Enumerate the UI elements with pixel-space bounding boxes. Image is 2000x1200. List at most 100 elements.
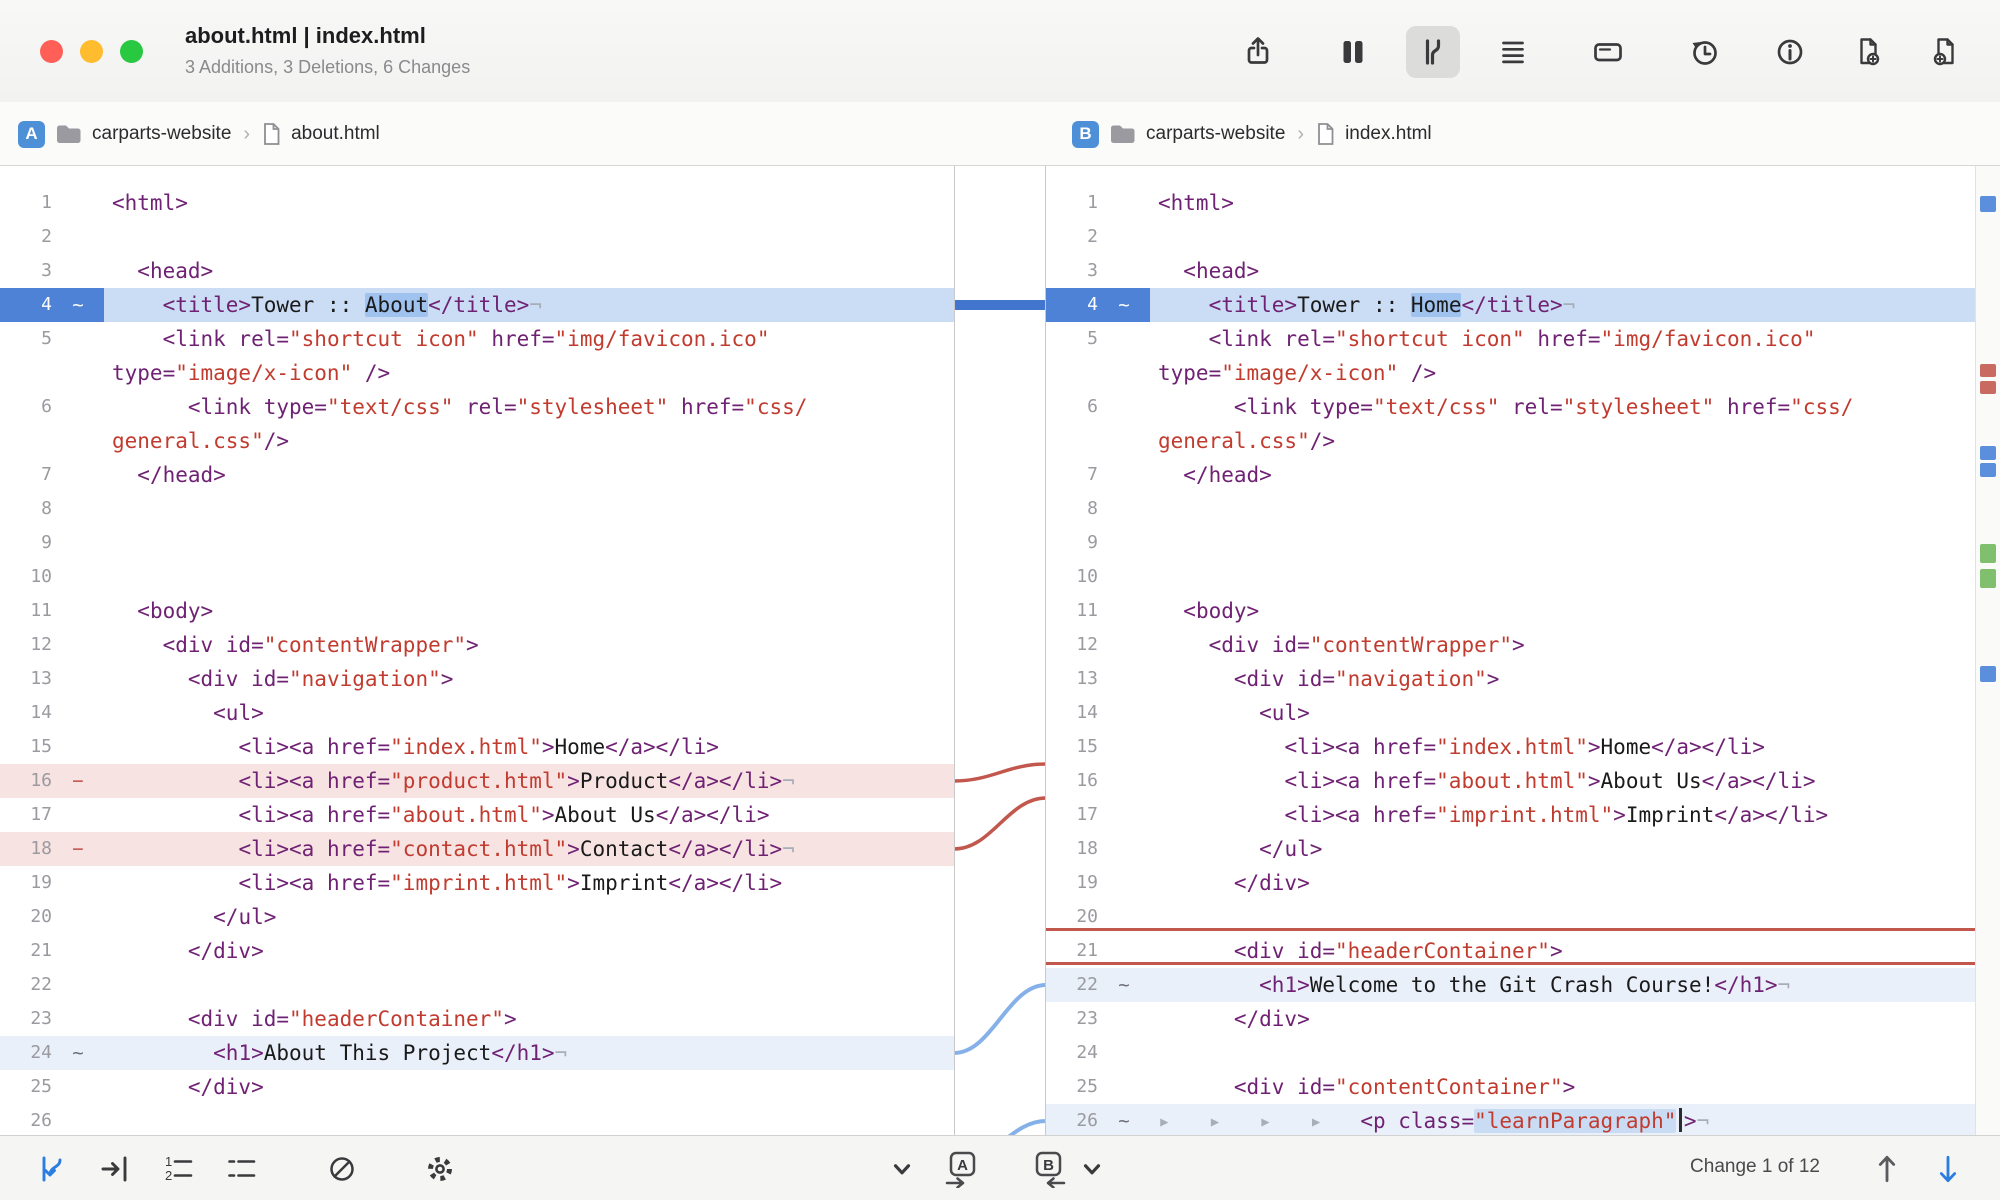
breadcrumb-file-a[interactable]: about.html: [291, 123, 380, 145]
code-line-b-26[interactable]: 26~▸ ▸ ▸ ▸ <p class="learnParagraph">¬: [1046, 1104, 1975, 1135]
breadcrumb-b: B carparts-website › index.html: [1072, 102, 1432, 166]
code-line-b-7: 7 </head>: [1046, 458, 1975, 492]
reading-view-button[interactable]: [1581, 26, 1635, 78]
gear-icon: [422, 1151, 458, 1187]
code-line-b-6: 6 <link type="text/css" rel="stylesheet"…: [1046, 390, 1975, 424]
code-token: [1158, 837, 1259, 861]
code-line-a-18[interactable]: 18− <li><a href="contact.html">Contact</…: [0, 832, 954, 866]
line-gutter: 23: [1046, 1002, 1150, 1036]
list-style-button[interactable]: [216, 1143, 268, 1195]
code-token: "text/css": [1373, 395, 1499, 419]
line-gutter: [1046, 424, 1150, 458]
line-number: 2: [0, 220, 52, 254]
connector-change-p[interactable]: [954, 1121, 1046, 1135]
next-change-button[interactable]: [1922, 1143, 1974, 1195]
breadcrumb-folder-b[interactable]: carparts-website: [1146, 123, 1285, 145]
code-text: [104, 220, 112, 254]
line-gutter: 10: [0, 560, 104, 594]
code-line-a-24[interactable]: 24~ <h1>About This Project</h1>¬: [0, 1036, 954, 1070]
diff-app-window: about.html | index.html 3 Additions, 3 D…: [0, 0, 2000, 1200]
add-file-a-button[interactable]: [1841, 26, 1895, 78]
minimize-window-button[interactable]: [80, 40, 103, 63]
connector-deletion-2[interactable]: [954, 798, 1046, 849]
pane-a-editor[interactable]: 1<html>23 <head>4~ <title>Tower :: About…: [0, 166, 954, 1135]
line-number: 23: [0, 1002, 52, 1036]
line-number: 5: [0, 322, 52, 356]
close-window-button[interactable]: [40, 40, 63, 63]
line-gutter: 8: [0, 492, 104, 526]
file-b-actions-chevron[interactable]: [1070, 1143, 1114, 1195]
fluid-view-button[interactable]: [1406, 26, 1460, 78]
line-number: 6: [0, 390, 52, 424]
code-token: </head>: [1183, 463, 1272, 487]
code-token: [1158, 395, 1234, 419]
change-scroll-map[interactable]: [1975, 166, 2000, 1135]
file-a-actions-chevron[interactable]: [880, 1143, 924, 1195]
code-line-a-4[interactable]: 4~ <title>Tower :: About</title>¬: [0, 288, 954, 322]
change-marker: −: [52, 832, 104, 866]
line-number: 15: [0, 730, 52, 764]
connector-change-h1[interactable]: [954, 985, 1046, 1053]
code-line-b-5-wrap: type="image/x-icon" />: [1046, 356, 1975, 390]
code-line-a-26: 26: [0, 1104, 954, 1135]
code-line-b-14: 14 <ul>: [1046, 696, 1975, 730]
change-marker: [1098, 560, 1150, 594]
lock-editing-button[interactable]: [316, 1143, 368, 1195]
line-gutter: 1: [0, 186, 104, 220]
code-token: "navigation": [1335, 667, 1487, 691]
code-token: <li><a href=: [238, 735, 390, 759]
history-button[interactable]: [1678, 26, 1732, 78]
line-number: 15: [1046, 730, 1098, 764]
apply-change-button[interactable]: [26, 1143, 78, 1195]
previous-change-button[interactable]: [1861, 1143, 1913, 1195]
copy-to-a-button[interactable]: B: [1021, 1143, 1073, 1195]
two-up-view-button[interactable]: [1326, 26, 1380, 78]
zoom-window-button[interactable]: [120, 40, 143, 63]
settings-button[interactable]: [414, 1143, 466, 1195]
unified-view-button[interactable]: [1486, 26, 1540, 78]
code-line-b-19: 19 </div>: [1046, 866, 1975, 900]
code-text: </head>: [104, 458, 226, 492]
code-text: <ul>: [1150, 696, 1310, 730]
connector-selected-change[interactable]: [954, 300, 1046, 310]
breadcrumb-file-b[interactable]: index.html: [1345, 123, 1432, 145]
code-text: </ul>: [104, 900, 276, 934]
breadcrumb-folder-a[interactable]: carparts-website: [92, 123, 231, 145]
copy-to-b-button[interactable]: A: [938, 1143, 990, 1195]
change-marker: [52, 696, 104, 730]
code-line-b-4[interactable]: 4~ <title>Tower :: Home</title>¬: [1046, 288, 1975, 322]
line-gutter: 5: [1046, 322, 1150, 356]
code-token: "about.html": [1436, 769, 1588, 793]
share-button[interactable]: [1231, 26, 1285, 78]
info-button[interactable]: [1763, 26, 1817, 78]
line-number: 4: [0, 288, 52, 322]
connector-deletion-1[interactable]: [954, 764, 1046, 781]
code-token: <div id=: [1234, 939, 1335, 963]
line-gutter: 10: [1046, 560, 1150, 594]
code-token: >: [1588, 769, 1601, 793]
change-marker: [1098, 764, 1150, 798]
code-line-a-16[interactable]: 16− <li><a href="product.html">Product</…: [0, 764, 954, 798]
code-token: </head>: [137, 463, 226, 487]
code-token: type=: [1158, 361, 1221, 385]
change-counter: Change 1 of 12: [1630, 1156, 1820, 1178]
code-token: >: [441, 667, 454, 691]
code-line-b-22[interactable]: 22~ <h1>Welcome to the Git Crash Course!…: [1046, 968, 1975, 1002]
code-text: <li><a href="index.html">Home</a></li>: [104, 730, 719, 764]
code-line-b-23: 23 </div>: [1046, 1002, 1975, 1036]
line-number: [1046, 424, 1098, 458]
scroll-map-mark-1: [1980, 196, 1996, 212]
code-line-b-16: 16 <li><a href="about.html">About Us</a>…: [1046, 764, 1975, 798]
code-token: <li><a href=: [238, 803, 390, 827]
change-marker: [1098, 526, 1150, 560]
line-gutter: [1046, 356, 1150, 390]
code-token: </div>: [188, 1075, 264, 1099]
code-token: >: [567, 837, 580, 861]
line-number: 24: [0, 1036, 52, 1070]
line-numbers-button[interactable]: 1 2: [153, 1143, 205, 1195]
pane-b-editor[interactable]: 1<html>23 <head>4~ <title>Tower :: Home<…: [1046, 166, 1975, 1135]
add-file-b-button[interactable]: [1918, 26, 1972, 78]
line-gutter: 7: [1046, 458, 1150, 492]
insert-change-button[interactable]: [89, 1143, 141, 1195]
document-icon: [262, 122, 281, 146]
